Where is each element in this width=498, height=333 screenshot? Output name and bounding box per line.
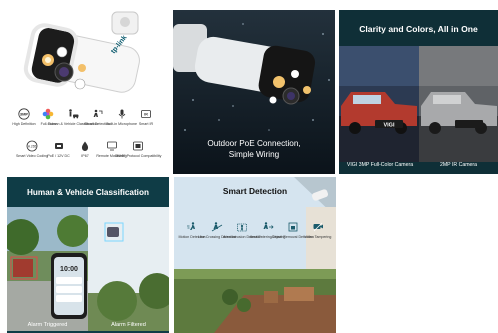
poe-icon <box>54 143 63 149</box>
detection-tampering: Video Tampering <box>304 221 332 239</box>
person-car-icon <box>68 109 79 119</box>
intrusion-icon <box>237 223 248 232</box>
tile-title: Clarity and Colors, All in One <box>359 24 478 34</box>
alarm-filtered-label: Alarm Filtered <box>111 322 146 328</box>
smart-detect-icon <box>93 109 103 117</box>
alarm-triggered-label: Alarm Triggered <box>27 322 68 328</box>
product-image-tile-1[interactable]: tp-link 3MP High Definition Full-Color H… <box>4 8 166 174</box>
svg-text:H.265: H.265 <box>28 144 37 148</box>
right-camera-label: 2MP IR Camera <box>439 162 478 168</box>
feature-classification: Human & Vehicle Classification <box>48 108 98 126</box>
phone-clock: 10:00 <box>60 266 78 273</box>
feature-label: PoE / 12V DC <box>47 154 70 158</box>
feature-smart-ir: IR Smart IR <box>134 108 158 126</box>
monitor-icon <box>106 141 117 151</box>
hd-icon: 3MP <box>18 108 30 120</box>
feature-label: High Definition <box>12 122 36 126</box>
camera-product-image: tp-link <box>23 11 140 93</box>
patio-photo <box>174 177 336 333</box>
color-wheel-icon <box>43 108 54 120</box>
onvif-icon <box>133 141 143 151</box>
entering-icon <box>263 222 274 229</box>
tile-caption: Outdoor PoE Connection, Simple Wiring <box>207 139 301 159</box>
video-coding-icon: H.265 <box>26 140 38 152</box>
svg-text:3MP: 3MP <box>20 112 29 117</box>
feature-label: Built-in Microphone <box>106 122 137 126</box>
product-image-tile-3[interactable]: Clarity and Colors, All in One VIGI VIGI… <box>339 10 498 174</box>
feature-video-coding: H.265 Smart Video Coding <box>16 140 48 158</box>
line-cross-icon <box>211 222 223 232</box>
motion-icon <box>187 222 195 230</box>
license-plate: VIGI <box>383 123 394 129</box>
feature-ip67: IP67 <box>73 140 97 158</box>
product-image-tile-4[interactable]: Human & Vehicle Classification 10:00 Ala… <box>7 177 169 333</box>
tile-title: Human & Vehicle Classification <box>27 188 149 197</box>
tile-title: Smart Detection <box>222 186 288 196</box>
feature-label: ONVIF Protocol Compatibility <box>114 154 162 158</box>
microphone-icon <box>118 109 125 119</box>
feature-onvif: ONVIF Protocol Compatibility <box>115 140 161 158</box>
feature-poe: PoE / 12V DC <box>47 140 71 158</box>
product-image-tile-2[interactable]: Outdoor PoE Connection, Simple Wiring <box>173 10 335 174</box>
ir-icon: IR <box>141 110 151 118</box>
feature-label: IP67 <box>81 154 89 158</box>
tamper-icon <box>313 222 323 232</box>
detection-object-removal: Object Removal Detection <box>272 221 314 239</box>
color-vs-ir-comparison: VIGI <box>339 46 498 162</box>
object-removal-icon <box>288 222 298 232</box>
waterproof-icon <box>81 141 89 151</box>
feature-microphone: Built-in Microphone <box>106 108 137 126</box>
left-camera-label: VIGI 3MP Full-Color Camera <box>346 162 414 168</box>
detection-label: Video Tampering <box>304 235 332 239</box>
classification-scene: 10:00 <box>7 207 169 331</box>
feature-high-definition: 3MP High Definition <box>12 108 36 126</box>
feature-label: Smart IR <box>138 122 154 126</box>
feature-label: Smart Video Coding <box>15 154 49 158</box>
svg-text:IR: IR <box>144 113 148 117</box>
product-image-tile-5[interactable]: Smart Detection Motion Detection Line Cr… <box>174 177 336 333</box>
